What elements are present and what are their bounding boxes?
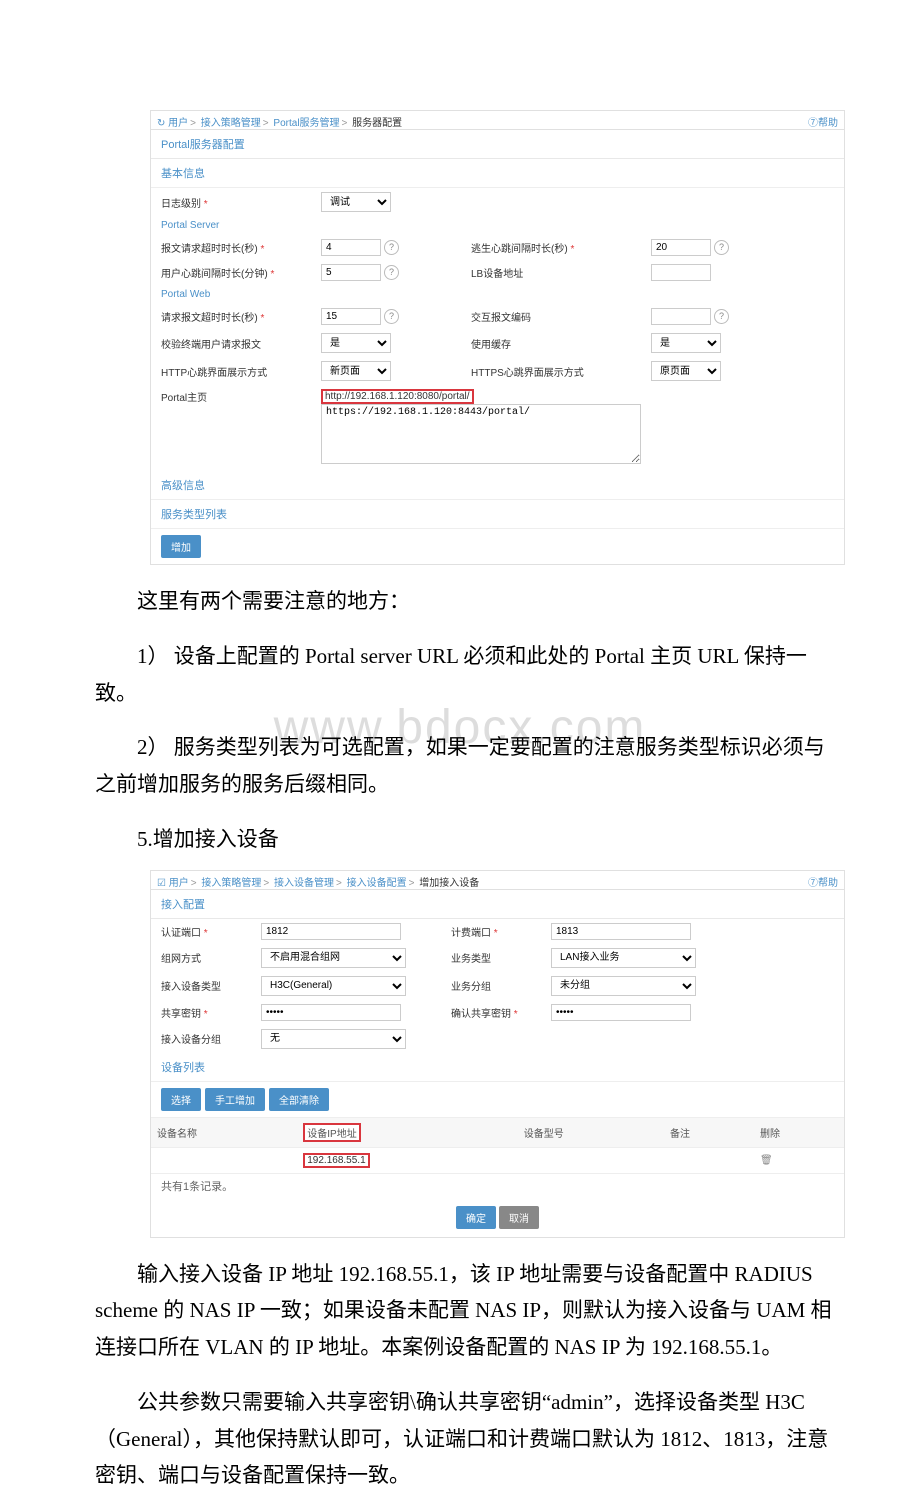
dev-group-select[interactable]: 无 [261,1029,406,1049]
device-actions: 选择 手工增加 全部清除 [151,1082,844,1118]
paragraph: 输入接入设备 IP 地址 192.168.55.1，该 IP 地址需要与设备配置… [95,1256,845,1366]
delete-icon[interactable]: 🗑 [760,1155,773,1166]
lb-label: LB设备地址 [471,265,651,280]
portal-server-link[interactable]: Portal Server [161,220,321,231]
check-icon: ☑ [157,878,166,889]
add-button[interactable]: 增加 [161,535,201,558]
col-device-model: 设备型号 [518,1118,664,1148]
validate-select[interactable]: 是 [321,333,391,353]
http-hb-label: HTTP心跳界面展示方式 [161,364,321,379]
paragraph: 这里有两个需要注意的地方： [95,583,845,620]
ok-button[interactable]: 确定 [456,1206,496,1229]
escape-hb-input[interactable] [651,239,711,256]
col-device-name: 设备名称 [151,1118,297,1148]
use-cache-label: 使用缓存 [471,336,651,351]
use-cache-select[interactable]: 是 [651,333,721,353]
dev-type-select[interactable]: H3C(General) [261,976,406,996]
col-device-ip: 设备IP地址 [297,1118,517,1148]
paragraph: 1） 设备上配置的 Portal server URL 必须和此处的 Porta… [95,638,845,712]
req-timeout-input[interactable] [321,239,381,256]
req-timeout-label: 报文请求超时时长(秒) * [161,240,321,255]
help-icon[interactable]: ? [714,240,729,255]
help-icon[interactable]: ? [384,309,399,324]
panel-tab: Portal服务器配置 [151,130,844,159]
acct-port-input[interactable] [551,923,691,940]
bc-link[interactable]: 接入策略管理 [201,118,261,129]
bc-link[interactable]: 接入策略管理 [201,878,261,889]
service-type-list[interactable]: 服务类型列表 [151,500,844,529]
team-mode-select[interactable]: 不启用混合组网 [261,948,406,968]
confirm-key-input[interactable] [551,1004,691,1021]
bc-link[interactable]: 用户 [169,878,189,889]
lb-input[interactable] [651,264,711,281]
heading: 5.增加接入设备 [95,821,845,858]
portal-server-panel: ↻ 用户> 接入策略管理> Portal服务管理> 服务器配置 ⑦帮助 Port… [150,110,845,565]
device-ip-cell: 192.168.55.1 [303,1153,369,1168]
breadcrumb: ☑ 用户> 接入策略管理> 接入设备管理> 接入设备配置> 增加接入设备 [157,874,479,889]
manual-add-button[interactable]: 手工增加 [205,1088,265,1111]
breadcrumb-bar: ↻ 用户> 接入策略管理> Portal服务管理> 服务器配置 ⑦帮助 [151,111,844,130]
escape-hb-label: 逃生心跳间隔时长(秒) * [471,240,651,255]
help-icon[interactable]: ? [714,309,729,324]
svc-type-label: 业务类型 [451,950,551,965]
auth-port-label: 认证端口 * [161,924,261,939]
section-basic: 基本信息 [151,159,844,188]
bc-link[interactable]: 用户 [168,118,188,129]
svc-group-label: 业务分组 [451,978,551,993]
bc-current: 服务器配置 [352,118,402,129]
help-link[interactable]: ⑦帮助 [808,874,838,889]
paragraph: 公共参数只需要输入共享密钥\确认共享密钥“admin”，选择设备类型 H3C（G… [95,1384,845,1494]
acct-port-label: 计费端口 * [451,924,551,939]
breadcrumb: ↻ 用户> 接入策略管理> Portal服务管理> 服务器配置 [157,114,402,129]
record-count: 共有1条记录。 [151,1174,844,1198]
device-table: 设备名称 设备IP地址 设备型号 备注 删除 192.168.55.1 🗑 [151,1118,844,1174]
https-hb-label: HTTPS心跳界面展示方式 [471,364,651,379]
select-button[interactable]: 选择 [161,1088,201,1111]
portal-web-link[interactable]: Portal Web [161,289,321,300]
portal-home-label: Portal主页 [161,389,321,404]
dev-group-label: 接入设备分组 [161,1031,261,1046]
shared-key-label: 共享密钥 * [161,1005,261,1020]
user-hb-label: 用户心跳间隔时长(分钟) * [161,265,321,280]
paragraph: 2） 服务类型列表为可选配置，如果一定要配置的注意服务类型标识必须与之前增加服务… [95,729,845,803]
col-remark: 备注 [664,1118,754,1148]
bc-link[interactable]: 接入设备配置 [347,878,407,889]
section-advanced: 高级信息 [151,471,844,500]
col-delete: 删除 [754,1118,844,1148]
breadcrumb-bar: ☑ 用户> 接入策略管理> 接入设备管理> 接入设备配置> 增加接入设备 ⑦帮助 [151,871,844,890]
help-icon[interactable]: ? [384,240,399,255]
confirm-key-label: 确认共享密钥 * [451,1005,551,1020]
section-device-list: 设备列表 [151,1053,844,1082]
panel-tab: 接入配置 [151,890,844,919]
req-pkt-timeout-input[interactable] [321,308,381,325]
bc-link[interactable]: Portal服务管理 [273,118,339,129]
pkt-encoding-label: 交互报文编码 [471,309,651,324]
clear-all-button[interactable]: 全部清除 [269,1088,329,1111]
table-row: 192.168.55.1 🗑 [151,1147,844,1173]
team-mode-label: 组网方式 [161,950,261,965]
bc-current: 增加接入设备 [419,878,479,889]
http-hb-select[interactable]: 新页面 [321,361,391,381]
form-actions: 确定 取消 [151,1198,844,1237]
auth-port-input[interactable] [261,923,401,940]
portal-url-highlight: http://192.168.1.120:8080/portal/ [321,389,474,404]
user-hb-input[interactable] [321,264,381,281]
shared-key-input[interactable] [261,1004,401,1021]
log-level-select[interactable]: 调试 [321,192,391,212]
svc-group-select[interactable]: 未分组 [551,976,696,996]
validate-label: 校验终端用户请求报文 [161,336,321,351]
help-icon[interactable]: ? [384,265,399,280]
svc-type-select[interactable]: LAN接入业务 [551,948,696,968]
dev-type-label: 接入设备类型 [161,978,261,993]
https-hb-select[interactable]: 原页面 [651,361,721,381]
log-level-label: 日志级别 * [161,195,321,210]
cancel-button[interactable]: 取消 [499,1206,539,1229]
refresh-icon[interactable]: ↻ [157,118,165,129]
device-panel: ☑ 用户> 接入策略管理> 接入设备管理> 接入设备配置> 增加接入设备 ⑦帮助… [150,870,845,1238]
req-pkt-timeout-label: 请求报文超时时长(秒) * [161,309,321,324]
portal-home-textarea[interactable]: https://192.168.1.120:8443/portal/ [321,404,641,464]
bc-link[interactable]: 接入设备管理 [274,878,334,889]
help-link[interactable]: ⑦帮助 [808,114,838,129]
pkt-encoding-input[interactable] [651,308,711,325]
